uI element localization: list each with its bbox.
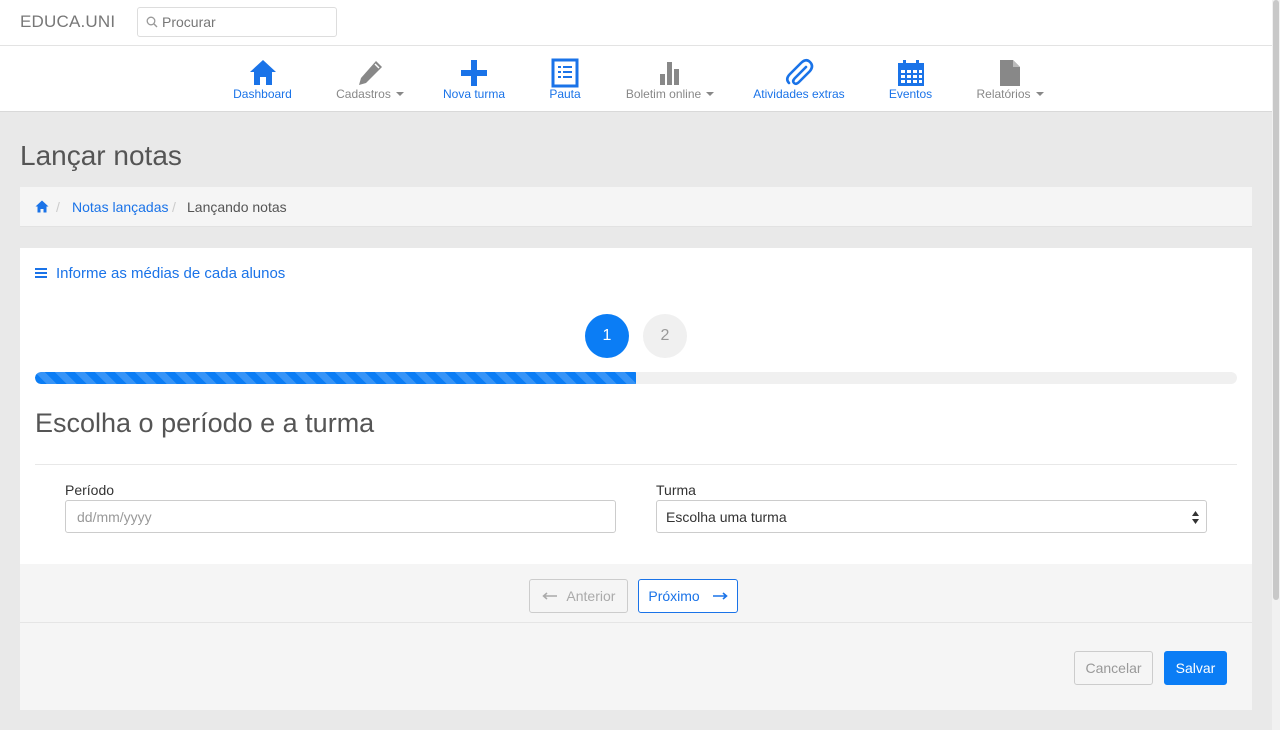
nav-label-nova-turma: Nova turma xyxy=(442,87,506,101)
previous-button[interactable]: Anterior xyxy=(529,579,628,613)
breadcrumb-separator: / xyxy=(172,199,176,215)
form-actions: Cancelar Salvar xyxy=(20,623,1252,710)
nav-label-boletim: Boletim online xyxy=(618,87,722,101)
chevron-down-icon xyxy=(395,91,404,96)
panel-heading: Informe as médias de cada alunos xyxy=(35,265,285,282)
turma-label: Turma xyxy=(656,482,696,498)
step-2[interactable]: 2 xyxy=(643,314,687,358)
step-1[interactable]: 1 xyxy=(585,314,629,358)
page-title: Lançar notas xyxy=(20,140,182,171)
cancel-button[interactable]: Cancelar xyxy=(1074,651,1153,685)
calendar-icon xyxy=(897,60,924,86)
progress-fill xyxy=(35,372,636,384)
wizard-footer: Anterior Próximo xyxy=(20,564,1252,623)
nav-label-atividades: Atividades extras xyxy=(753,87,845,101)
paperclip-icon xyxy=(785,58,814,86)
search-input[interactable] xyxy=(162,12,330,32)
next-button-label: Próximo xyxy=(648,588,700,604)
home-icon[interactable] xyxy=(35,200,49,213)
nav-label-cadastros: Cadastros xyxy=(330,87,410,101)
pencil-icon xyxy=(359,61,382,85)
top-bar: EDUCA.UNI xyxy=(0,0,1272,46)
turma-select[interactable]: Escolha uma turma xyxy=(656,500,1207,533)
nav-dashboard[interactable]: Dashboard xyxy=(226,46,299,112)
breadcrumb-separator: / xyxy=(56,199,60,215)
step-title: Escolha o período e a turma xyxy=(35,408,375,438)
next-button[interactable]: Próximo xyxy=(638,579,738,613)
progress-bar xyxy=(35,372,1237,384)
nav-boletim[interactable]: Boletim online xyxy=(618,46,722,112)
scrollbar-thumb[interactable] xyxy=(1273,0,1279,600)
wizard-panel: Informe as médias de cada alunos 1 2 Esc… xyxy=(20,248,1252,710)
divider xyxy=(35,464,1237,465)
plus-icon xyxy=(461,60,487,86)
arrow-right-icon xyxy=(712,592,728,600)
save-button[interactable]: Salvar xyxy=(1164,651,1227,685)
select-arrows-icon xyxy=(1192,511,1199,524)
chevron-down-icon xyxy=(706,91,715,96)
breadcrumb: / Notas lançadas / Lançando notas xyxy=(20,187,1252,227)
previous-button-label: Anterior xyxy=(566,588,616,604)
nav-eventos[interactable]: Eventos xyxy=(883,46,938,112)
brand-logo[interactable]: EDUCA.UNI xyxy=(20,12,115,32)
bar-chart-icon xyxy=(660,62,679,85)
menu-icon xyxy=(35,268,47,279)
search-icon xyxy=(146,16,158,28)
list-document-icon xyxy=(551,58,579,88)
nav-nova-turma[interactable]: Nova turma xyxy=(439,46,509,112)
periodo-input[interactable] xyxy=(65,500,616,533)
nav-label-dashboard: Dashboard xyxy=(233,87,292,101)
periodo-label: Período xyxy=(65,482,115,498)
nav-atividades[interactable]: Atividades extras xyxy=(748,46,850,112)
arrow-left-icon xyxy=(541,592,557,600)
home-icon xyxy=(249,60,276,85)
search-box[interactable] xyxy=(137,7,337,37)
breadcrumb-current: Lançando notas xyxy=(187,199,287,215)
chevron-down-icon xyxy=(1035,91,1044,96)
nav-pauta[interactable]: Pauta xyxy=(540,46,590,112)
turma-select-value: Escolha uma turma xyxy=(666,509,787,525)
nav-label-eventos: Eventos xyxy=(888,87,933,101)
nav-label-pauta: Pauta xyxy=(549,87,581,101)
nav-label-relatorios: Relatórios xyxy=(970,87,1050,101)
main-nav: Dashboard Cadastros Nova turma Pauta Bol… xyxy=(0,46,1272,112)
nav-cadastros[interactable]: Cadastros xyxy=(330,46,410,112)
file-icon xyxy=(1000,60,1020,86)
panel-heading-text: Informe as médias de cada alunos xyxy=(56,265,286,282)
nav-relatorios[interactable]: Relatórios xyxy=(970,46,1050,112)
breadcrumb-link[interactable]: Notas lançadas xyxy=(72,199,169,215)
